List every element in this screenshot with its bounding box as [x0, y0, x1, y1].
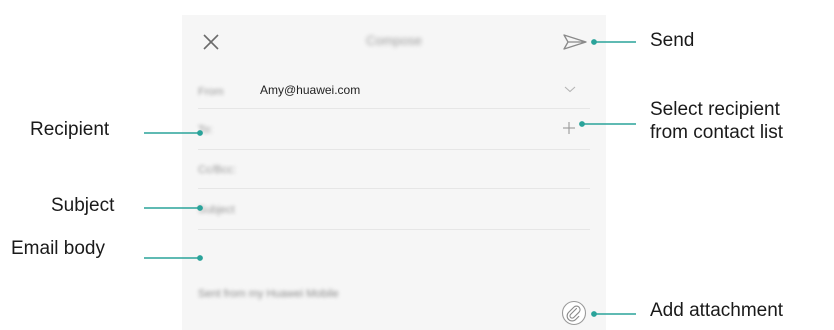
compose-title: Compose: [366, 33, 422, 48]
callout-recipient: Recipient: [30, 119, 110, 140]
close-icon[interactable]: [200, 31, 222, 53]
cc-bcc-label: Cc/Bcc:: [198, 164, 236, 176]
callout-subject: Subject: [51, 195, 115, 216]
callout-select-line2: from contact list: [650, 121, 784, 143]
cc-bcc-field[interactable]: Cc/Bcc:: [198, 150, 590, 189]
send-icon[interactable]: [562, 32, 588, 52]
to-field[interactable]: To:: [198, 109, 590, 150]
chevron-down-icon[interactable]: [564, 84, 576, 94]
callout-email-body: Email body: [11, 238, 105, 259]
paperclip-icon[interactable]: [561, 300, 587, 326]
email-signature: Sent from my Huawei Mobile: [198, 288, 339, 300]
email-body[interactable]: Sent from my Huawei Mobile: [198, 231, 590, 326]
callout-add-attachment: Add attachment: [650, 300, 784, 321]
callout-select-line1: Select recipient: [650, 99, 780, 120]
subject-field[interactable]: Subject: [198, 189, 590, 230]
from-address: Amy@huawei.com: [260, 83, 361, 97]
callout-send: Send: [650, 30, 695, 51]
subject-label: Subject: [198, 204, 235, 216]
compose-screen: Compose From Amy@huawei.com To: Cc/Bcc: …: [182, 15, 606, 330]
from-row[interactable]: From Amy@huawei.com: [198, 72, 590, 109]
callout-select-recipient: Select recipient from contact list: [650, 99, 783, 145]
to-label: To:: [198, 124, 213, 136]
plus-icon[interactable]: [561, 120, 577, 136]
compose-title-bar: Compose: [182, 15, 606, 67]
from-label: From: [198, 86, 224, 98]
